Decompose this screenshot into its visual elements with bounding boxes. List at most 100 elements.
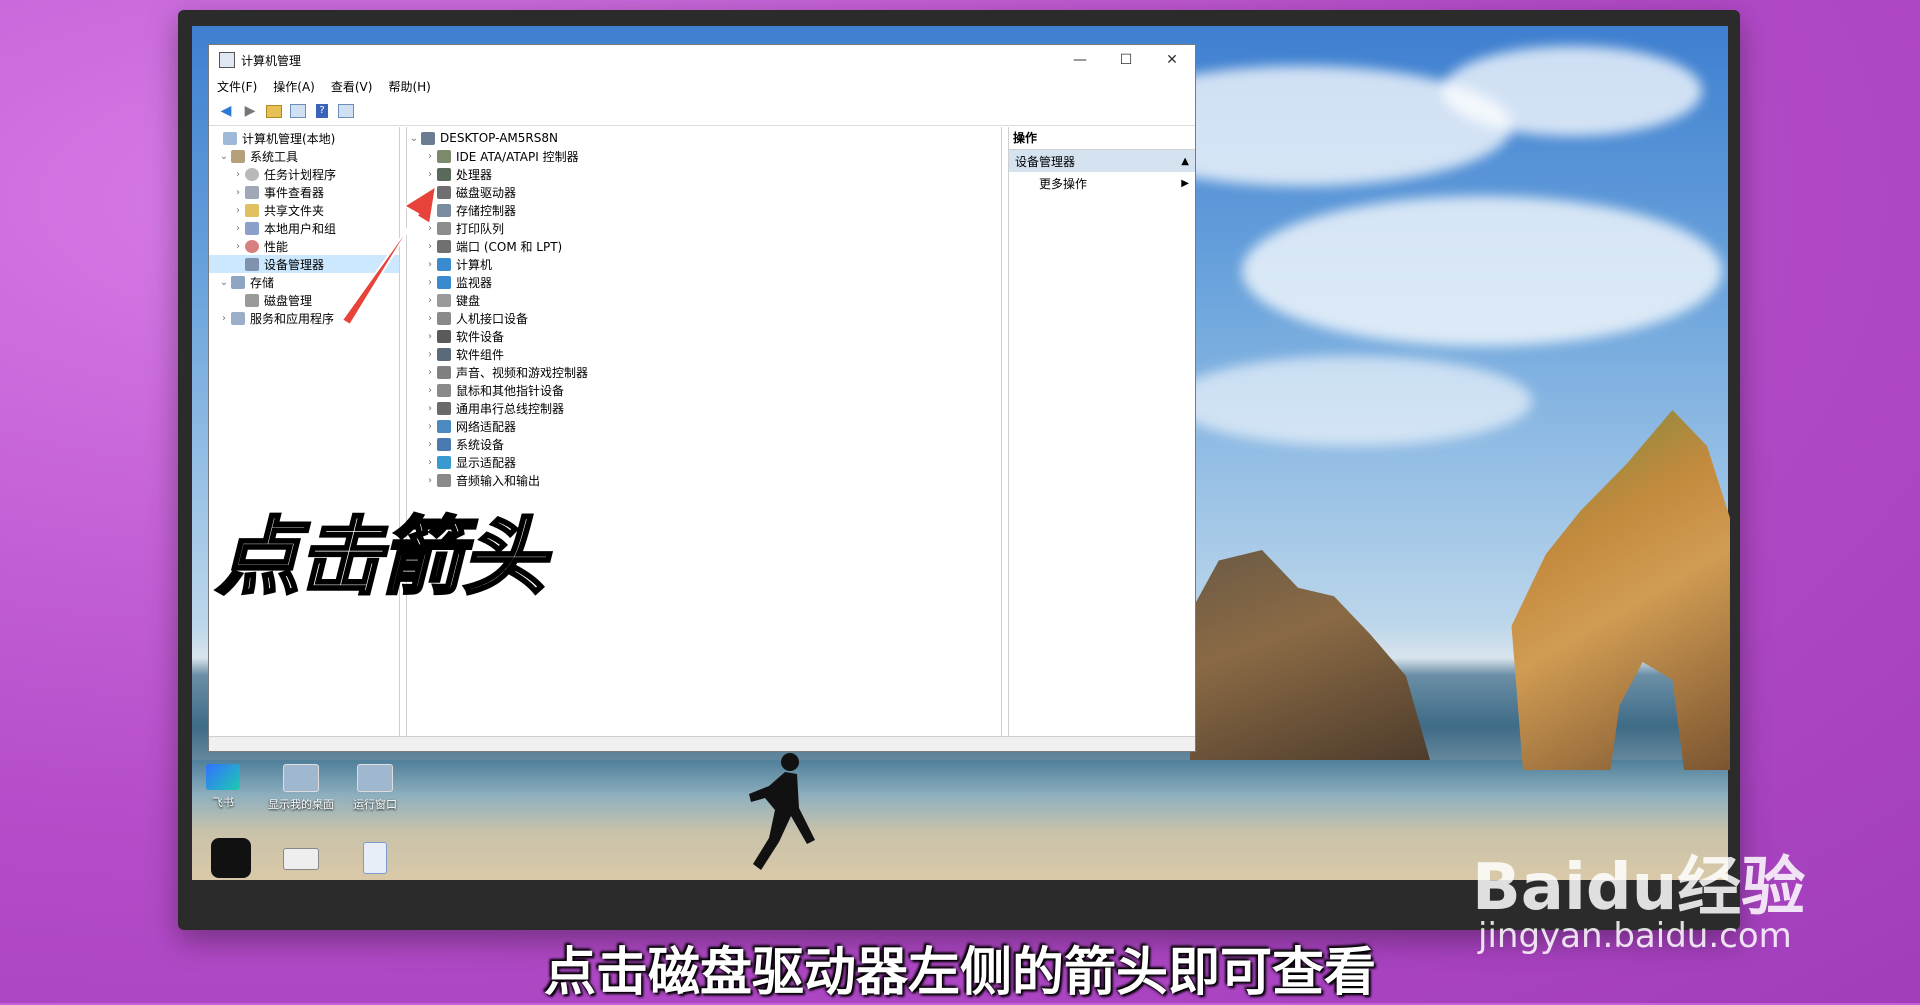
chevron-right-icon[interactable]: › [217, 313, 231, 324]
chevron-down-icon[interactable]: ⌄ [217, 151, 231, 162]
chevron-right-icon[interactable]: › [423, 385, 437, 396]
device-category[interactable]: › 通用串行总线控制器 [407, 399, 1001, 417]
chevron-right-icon[interactable]: › [423, 295, 437, 306]
chevron-right-icon[interactable]: › [423, 349, 437, 360]
baidu-watermark-url: jingyan.baidu.com [1478, 916, 1792, 956]
chevron-right-icon[interactable]: › [423, 457, 437, 468]
device-category[interactable]: › 磁盘驱动器 [407, 183, 1001, 201]
device-category-label: 端口 (COM 和 LPT) [456, 239, 563, 254]
device-category[interactable]: › 声音、视频和游戏控制器 [407, 363, 1001, 381]
device-category-label: 打印队列 [456, 221, 505, 236]
tree-item-disk-management[interactable]: 磁盘管理 [209, 291, 399, 309]
collapse-triangle-icon[interactable]: ▲ [1181, 156, 1189, 167]
chevron-right-icon[interactable]: › [423, 403, 437, 414]
menu-bar: 文件(F) 操作(A) 查看(V) 帮助(H) [209, 75, 1195, 97]
chevron-right-icon[interactable]: › [423, 421, 437, 432]
device-category[interactable]: › 端口 (COM 和 LPT) [407, 237, 1001, 255]
up-folder-icon[interactable] [265, 102, 283, 120]
device-category-icon [437, 293, 451, 307]
device-category[interactable]: › 软件设备 [407, 327, 1001, 345]
device-category-label: 存储控制器 [456, 203, 517, 218]
chevron-right-icon[interactable]: › [423, 169, 437, 180]
chevron-right-icon[interactable]: › [423, 241, 437, 252]
menu-action[interactable]: 操作(A) [273, 78, 315, 95]
tree-item-event-viewer[interactable]: › 事件查看器 [209, 183, 399, 201]
tree-item-device-manager[interactable]: 设备管理器 [209, 255, 399, 273]
device-category[interactable]: › 网络适配器 [407, 417, 1001, 435]
close-button[interactable]: ✕ [1149, 45, 1195, 75]
chevron-down-icon[interactable]: ⌄ [407, 133, 421, 144]
chevron-right-icon[interactable]: › [231, 223, 245, 234]
chevron-right-icon[interactable]: › [423, 439, 437, 450]
tree-root[interactable]: 计算机管理(本地) [209, 129, 399, 147]
shared-folder-icon [245, 203, 259, 217]
tree-label: 本地用户和组 [264, 221, 337, 236]
chevron-right-icon[interactable]: › [423, 223, 437, 234]
storage-icon [231, 275, 245, 289]
tree-item-local-users[interactable]: › 本地用户和组 [209, 219, 399, 237]
properties-icon[interactable] [337, 102, 355, 120]
shortcut-icon [283, 764, 319, 792]
tree-item-shared-folders[interactable]: › 共享文件夹 [209, 201, 399, 219]
desktop-icon-feishu[interactable]: 飞书 [188, 764, 258, 810]
tree-storage[interactable]: ⌄ 存储 [209, 273, 399, 291]
device-category-icon [437, 239, 451, 253]
taskbar-window[interactable] [266, 848, 336, 874]
menu-view[interactable]: 查看(V) [331, 78, 373, 95]
device-category[interactable]: › 系统设备 [407, 435, 1001, 453]
desktop-icon-run[interactable]: 运行窗口 [340, 764, 410, 812]
device-category[interactable]: › 键盘 [407, 291, 1001, 309]
device-category[interactable]: › 计算机 [407, 255, 1001, 273]
tree-item-task-scheduler[interactable]: › 任务计划程序 [209, 165, 399, 183]
device-category[interactable]: › 音频输入和输出 [407, 471, 1001, 489]
minimize-button[interactable]: — [1057, 45, 1103, 75]
chevron-right-icon[interactable]: › [231, 241, 245, 252]
device-category-label: 计算机 [456, 257, 493, 272]
device-category[interactable]: › 存储控制器 [407, 201, 1001, 219]
chevron-right-icon[interactable]: › [423, 151, 437, 162]
maximize-button[interactable]: ☐ [1103, 45, 1149, 75]
device-category[interactable]: › 监视器 [407, 273, 1001, 291]
chevron-right-icon[interactable]: › [423, 277, 437, 288]
chevron-right-icon[interactable]: › [423, 475, 437, 486]
device-category[interactable]: › 打印队列 [407, 219, 1001, 237]
menu-help[interactable]: 帮助(H) [388, 78, 430, 95]
tree-system-tools[interactable]: ⌄ 系统工具 [209, 147, 399, 165]
device-category[interactable]: › 人机接口设备 [407, 309, 1001, 327]
chevron-right-icon[interactable]: › [423, 331, 437, 342]
device-category-icon [437, 365, 451, 379]
actions-header: 操作 [1009, 127, 1195, 150]
overlay-big-text: 点击箭头 [214, 507, 547, 608]
device-category[interactable]: › 软件组件 [407, 345, 1001, 363]
title-bar[interactable]: 计算机管理 — ☐ ✕ [209, 45, 1195, 75]
chevron-right-icon[interactable]: › [231, 187, 245, 198]
device-category[interactable]: › 鼠标和其他指针设备 [407, 381, 1001, 399]
chevron-right-icon[interactable]: › [423, 313, 437, 324]
chevron-right-icon[interactable]: › [423, 205, 437, 216]
back-arrow-icon[interactable]: ◀ [217, 102, 235, 120]
forward-arrow-icon[interactable]: ▶ [241, 102, 259, 120]
menu-file[interactable]: 文件(F) [217, 78, 257, 95]
device-category[interactable]: › 显示适配器 [407, 453, 1001, 471]
tree-item-performance[interactable]: › 性能 [209, 237, 399, 255]
chevron-right-icon[interactable]: › [231, 169, 245, 180]
device-root[interactable]: ⌄ DESKTOP-AM5RS8N [407, 129, 1001, 147]
device-category[interactable]: › 处理器 [407, 165, 1001, 183]
chevron-right-icon[interactable]: › [423, 367, 437, 378]
taskbar-capcut[interactable] [196, 838, 266, 882]
help-icon[interactable]: ? [313, 102, 331, 120]
device-category[interactable]: › IDE ATA/ATAPI 控制器 [407, 147, 1001, 165]
more-actions-label: 更多操作 [1039, 176, 1088, 191]
chevron-right-icon[interactable]: › [231, 205, 245, 216]
actions-section-device-manager[interactable]: 设备管理器 ▲ [1009, 150, 1195, 172]
tools-icon [231, 149, 245, 163]
shortcut-icon [357, 764, 393, 792]
chevron-right-icon[interactable]: › [423, 259, 437, 270]
taskbar-doc[interactable] [340, 842, 410, 878]
show-hide-tree-icon[interactable] [289, 102, 307, 120]
tree-services[interactable]: › 服务和应用程序 [209, 309, 399, 327]
chevron-down-icon[interactable]: ⌄ [217, 277, 231, 288]
desktop-icon-show-desktop[interactable]: 显示我的桌面 [266, 764, 336, 812]
chevron-right-icon[interactable]: › [423, 187, 437, 198]
more-actions[interactable]: 更多操作 ▶ [1009, 172, 1195, 194]
